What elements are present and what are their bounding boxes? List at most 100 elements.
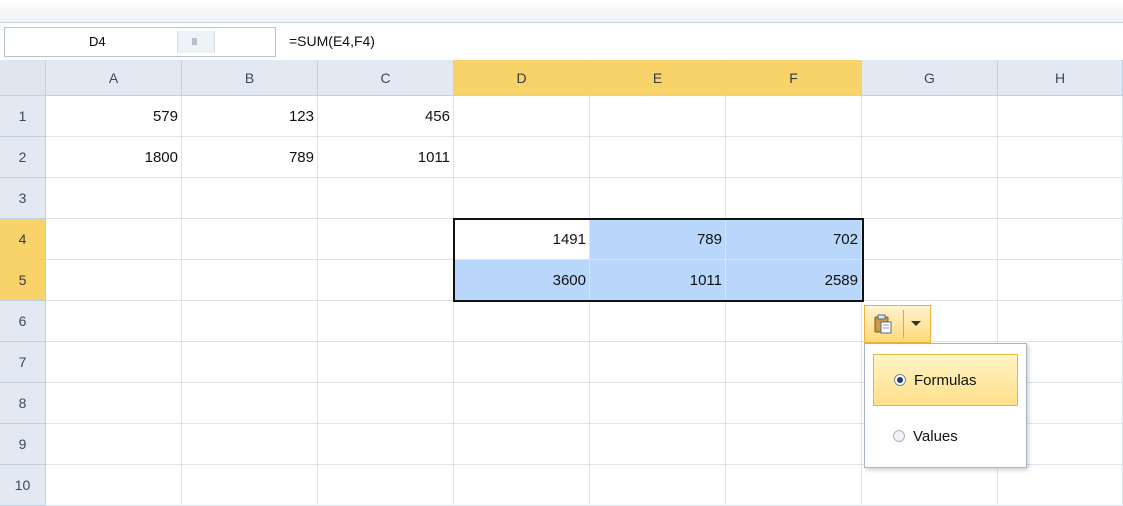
cell-d6[interactable] [454,301,590,342]
row-header-4[interactable]: 4 [0,219,46,260]
cell-e3[interactable] [590,178,726,219]
cell-f6[interactable] [726,301,862,342]
cell-c9[interactable] [318,424,454,465]
cell-h2[interactable] [998,137,1123,178]
column-header-b[interactable]: B [182,60,318,96]
cell-e7[interactable] [590,342,726,383]
cell-f2[interactable] [726,137,862,178]
cell-a8[interactable] [46,383,182,424]
cell-b5[interactable] [182,260,318,301]
cell-c8[interactable] [318,383,454,424]
cell-b10[interactable] [182,465,318,506]
column-header-e[interactable]: E [590,60,726,96]
cell-h3[interactable] [998,178,1123,219]
cell-a4[interactable] [46,219,182,260]
column-header-g[interactable]: G [862,60,998,96]
cell-f9[interactable] [726,424,862,465]
row-header-3[interactable]: 3 [0,178,46,219]
cell-g3[interactable] [862,178,998,219]
cell-a6[interactable] [46,301,182,342]
name-box[interactable]: D4 [4,27,276,57]
cell-e6[interactable] [590,301,726,342]
cell-c7[interactable] [318,342,454,383]
radio-values[interactable] [893,430,905,442]
cell-b6[interactable] [182,301,318,342]
cell-b9[interactable] [182,424,318,465]
row-header-7[interactable]: 7 [0,342,46,383]
cell-b3[interactable] [182,178,318,219]
cell-e8[interactable] [590,383,726,424]
paste-options-button[interactable] [864,305,931,343]
radio-formulas[interactable] [894,374,906,386]
cell-a7[interactable] [46,342,182,383]
cell-d5[interactable]: 3600 [454,260,590,301]
cell-f1[interactable] [726,96,862,137]
cell-d7[interactable] [454,342,590,383]
cell-b4[interactable] [182,219,318,260]
column-header-a[interactable]: A [46,60,182,96]
cell-c4[interactable] [318,219,454,260]
row-header-2[interactable]: 2 [0,137,46,178]
cell-c2[interactable]: 1011 [318,137,454,178]
cell-f4[interactable]: 702 [726,219,862,260]
cell-h4[interactable] [998,219,1123,260]
row-header-9[interactable]: 9 [0,424,46,465]
cell-g10[interactable] [862,465,998,506]
cell-b2[interactable]: 789 [182,137,318,178]
cell-d9[interactable] [454,424,590,465]
column-header-d[interactable]: D [454,60,590,96]
cell-e2[interactable] [590,137,726,178]
cell-d4[interactable]: 1491 [454,219,590,260]
cell-e10[interactable] [590,465,726,506]
cell-e9[interactable] [590,424,726,465]
cell-c1[interactable]: 456 [318,96,454,137]
cell-f10[interactable] [726,465,862,506]
menu-item-formulas[interactable]: Formulas [873,354,1018,406]
row-header-1[interactable]: 1 [0,96,46,137]
cell-b7[interactable] [182,342,318,383]
cell-c5[interactable] [318,260,454,301]
cell-a9[interactable] [46,424,182,465]
cell-b8[interactable] [182,383,318,424]
cell-f3[interactable] [726,178,862,219]
row-header-10[interactable]: 10 [0,465,46,506]
cell-c10[interactable] [318,465,454,506]
cell-a1[interactable]: 579 [46,96,182,137]
cell-h10[interactable] [998,465,1123,506]
cell-d3[interactable] [454,178,590,219]
menu-item-values[interactable]: Values [873,410,1018,462]
row-header-5[interactable]: 5 [0,260,46,301]
cell-d10[interactable] [454,465,590,506]
row-header-8[interactable]: 8 [0,383,46,424]
cell-g1[interactable] [862,96,998,137]
cell-a5[interactable] [46,260,182,301]
cell-a10[interactable] [46,465,182,506]
column-header-c[interactable]: C [318,60,454,96]
row-header-6[interactable]: 6 [0,301,46,342]
chevron-down-icon[interactable] [911,321,921,326]
cell-e4[interactable]: 789 [590,219,726,260]
select-all-corner[interactable] [0,60,46,96]
cell-a2[interactable]: 1800 [46,137,182,178]
cell-c3[interactable] [318,178,454,219]
cell-d1[interactable] [454,96,590,137]
cell-a3[interactable] [46,178,182,219]
cell-g5[interactable] [862,260,998,301]
cell-c6[interactable] [318,301,454,342]
cell-h1[interactable] [998,96,1123,137]
cell-h6[interactable] [998,301,1123,342]
cell-b1[interactable]: 123 [182,96,318,137]
column-header-h[interactable]: H [998,60,1123,96]
cell-h5[interactable] [998,260,1123,301]
column-header-f[interactable]: F [726,60,862,96]
cell-d8[interactable] [454,383,590,424]
cell-e5[interactable]: 1011 [590,260,726,301]
cell-e1[interactable] [590,96,726,137]
formula-bar-splitter[interactable] [177,31,215,53]
cell-f5[interactable]: 2589 [726,260,862,301]
formula-input[interactable]: =SUM(E4,F4) [289,33,375,49]
cell-g2[interactable] [862,137,998,178]
cell-g4[interactable] [862,219,998,260]
cell-f8[interactable] [726,383,862,424]
cell-d2[interactable] [454,137,590,178]
